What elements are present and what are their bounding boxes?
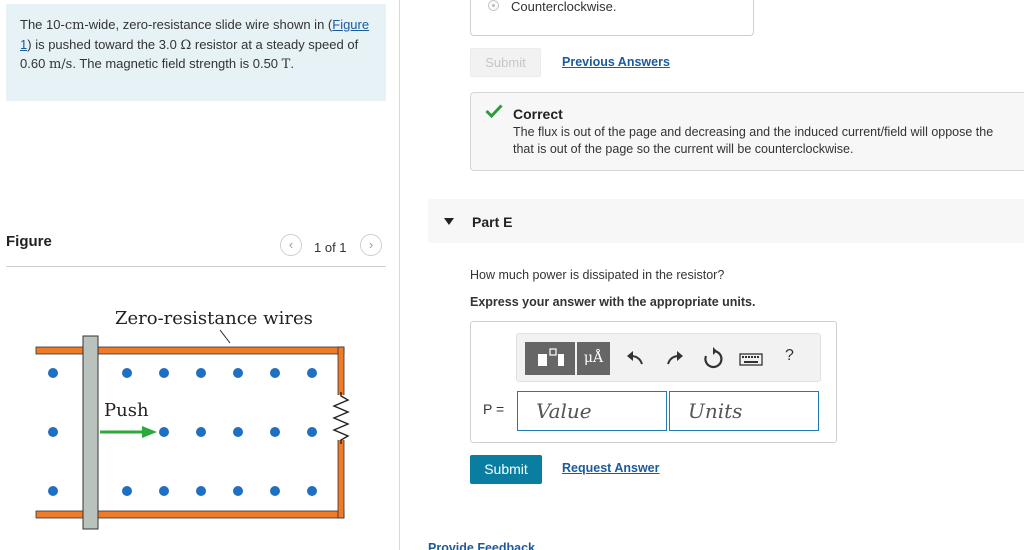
help-button[interactable]: ? <box>785 347 794 365</box>
push-arrowhead <box>142 426 157 438</box>
checkmark-icon <box>485 104 503 118</box>
provide-feedback-link[interactable]: Provide Feedback <box>428 541 535 550</box>
feedback-line: that is out of the page so the current w… <box>513 142 854 156</box>
variable-label: P = <box>483 401 505 417</box>
part-title: Part E <box>472 214 513 230</box>
radio-button[interactable] <box>488 0 499 11</box>
part-e-header[interactable]: Part E <box>428 199 1024 243</box>
figure-header: Figure ‹ 1 of 1 › <box>6 230 386 267</box>
keyboard-icon[interactable] <box>739 347 763 371</box>
reset-icon[interactable] <box>701 347 725 371</box>
undo-icon[interactable] <box>623 347 647 371</box>
wires-label: Zero-resistance wires <box>115 308 313 329</box>
problem-text: -wide, zero-resistance slide wire shown … <box>84 17 325 32</box>
previous-answers-link[interactable]: Previous Answers <box>562 55 670 69</box>
bottom-rail <box>35 510 345 519</box>
problem-text: is pushed toward the 3.0 <box>31 36 177 52</box>
push-label: Push <box>104 400 149 421</box>
problem-panel: The 10-cm-wide, zero-resistance slide wi… <box>0 0 400 550</box>
value-input[interactable]: Value <box>517 391 667 431</box>
problem-text: The 10- <box>20 17 65 32</box>
feedback-text: The flux is out of the page and decreasi… <box>513 124 1023 158</box>
unit-speed: m/s <box>48 57 73 72</box>
units-button[interactable]: μÅ <box>577 342 610 375</box>
feedback-box: Correct The flux is out of the page and … <box>470 92 1024 171</box>
template-icon[interactable] <box>525 342 575 375</box>
instructions-text: Express your answer with the appropriate… <box>470 295 756 309</box>
slide-wire <box>82 335 99 530</box>
chevron-left-icon[interactable]: ‹ <box>280 234 302 256</box>
radio-label: Counterclockwise. <box>511 0 617 14</box>
answer-entry-box: μÅ ? P = Value Units <box>470 321 837 443</box>
top-rail <box>35 346 345 355</box>
request-answer-link[interactable]: Request Answer <box>562 461 659 475</box>
feedback-line: The flux is out of the page and decreasi… <box>513 125 994 139</box>
unit-cm: cm <box>64 18 85 33</box>
unit-ohm: Ω <box>180 37 192 53</box>
submit-button[interactable]: Submit <box>470 455 542 484</box>
submit-button-disabled[interactable]: Submit <box>470 48 541 77</box>
problem-text: . The magnetic field strength is 0.50 <box>72 56 279 71</box>
chevron-right-icon[interactable]: › <box>360 234 382 256</box>
problem-text: . <box>290 56 294 71</box>
collapse-caret-icon[interactable] <box>444 218 454 225</box>
figure-diagram: Zero-resistance wires Push <box>35 308 350 530</box>
problem-statement: The 10-cm-wide, zero-resistance slide wi… <box>6 4 386 101</box>
feedback-title: Correct <box>513 106 563 122</box>
redo-icon[interactable] <box>663 347 687 371</box>
answer-choice[interactable]: Counterclockwise. <box>470 0 754 36</box>
units-input[interactable]: Units <box>669 391 819 431</box>
figure-title: Figure <box>6 233 52 250</box>
figure-pager: 1 of 1 <box>314 240 347 255</box>
question-text: How much power is dissipated in the resi… <box>470 268 725 282</box>
wires-pointer <box>219 329 231 344</box>
math-toolbar: μÅ ? <box>516 333 821 382</box>
